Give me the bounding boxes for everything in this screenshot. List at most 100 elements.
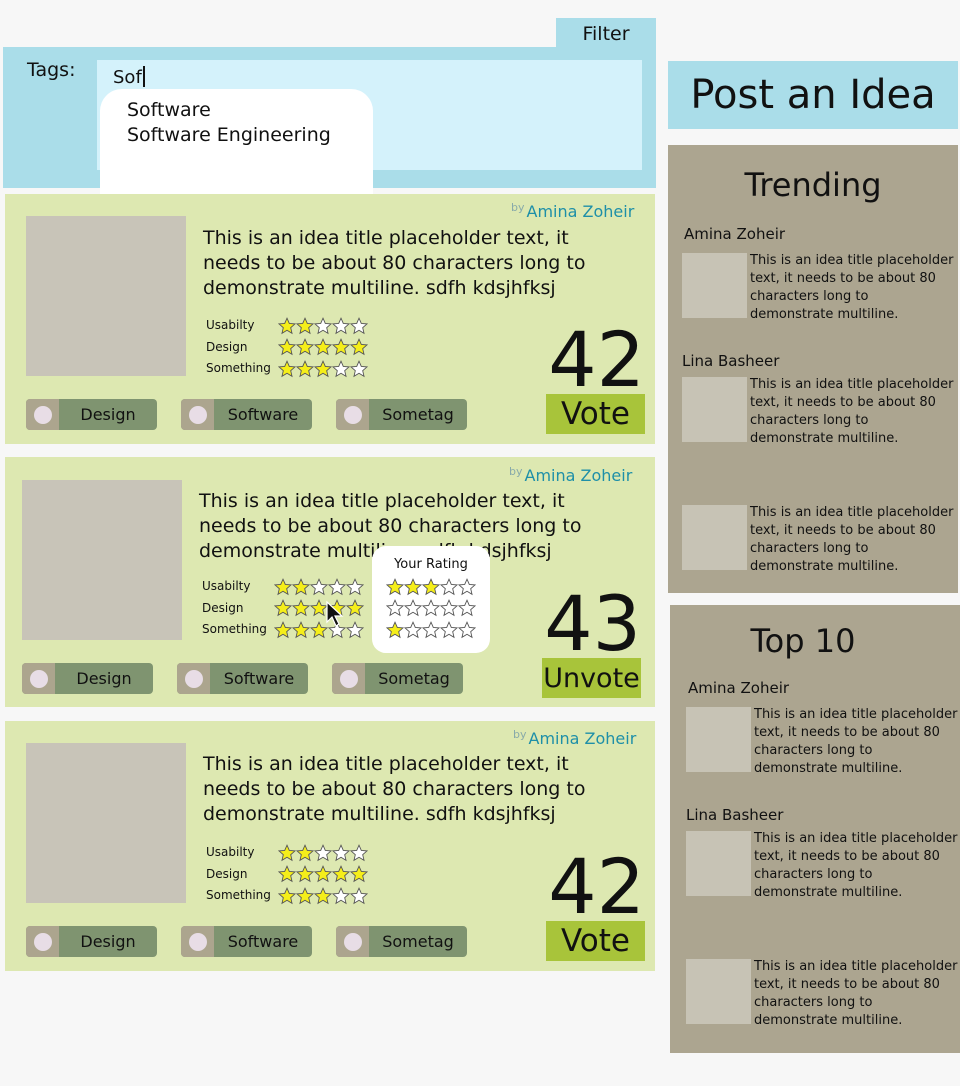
tag-dot [343, 405, 362, 424]
star-filled-icon[interactable] [422, 577, 440, 596]
star-empty-icon[interactable] [422, 599, 440, 617]
star-filled-icon [292, 620, 310, 638]
unvote-button[interactable]: Unvote [542, 658, 641, 698]
your-rating-stars-usability[interactable] [372, 576, 490, 598]
tag-label: Sometag [378, 669, 450, 688]
idea-title[interactable]: This is an idea title placeholder text, … [203, 752, 623, 827]
top10-thumbnail[interactable] [686, 831, 751, 896]
star-empty-icon [346, 577, 364, 595]
trending-idea-text[interactable]: This is an idea title placeholder text, … [750, 376, 955, 448]
rating-label-design: Design [202, 600, 244, 615]
star-filled-icon [278, 359, 296, 377]
tag-chip-design[interactable]: Design [26, 399, 157, 430]
your-rating-stars-something[interactable] [372, 619, 490, 641]
post-idea-button[interactable]: Post an Idea [668, 61, 958, 129]
tag-label: Design [80, 405, 136, 424]
star-filled-icon [350, 865, 368, 883]
star-empty-icon[interactable] [458, 620, 476, 639]
star-empty-icon[interactable] [440, 620, 458, 639]
your-rating-popup: Your Rating [372, 546, 490, 653]
trending-author[interactable]: Amina Zoheir [684, 225, 785, 243]
star-empty-icon[interactable] [404, 620, 422, 639]
tag-chip-software[interactable]: Software [181, 399, 312, 430]
star-rating-usability [274, 576, 364, 598]
rating-label-usability: Usabilty [206, 845, 255, 859]
star-empty-icon[interactable] [440, 577, 458, 596]
idea-author[interactable]: by Amina Zoheir [511, 201, 634, 221]
star-filled-icon [274, 577, 292, 595]
star-empty-icon [332, 316, 350, 334]
star-filled-icon [332, 865, 350, 883]
top10-idea-text[interactable]: This is an idea title placeholder text, … [754, 958, 959, 1030]
top10-idea-text[interactable]: This is an idea title placeholder text, … [754, 830, 959, 902]
tag-chip-software[interactable]: Software [181, 926, 312, 957]
star-rating-design [278, 864, 368, 886]
star-empty-icon[interactable] [404, 599, 422, 617]
rating-stars [278, 842, 368, 907]
vote-button[interactable]: Vote [546, 394, 645, 434]
star-rating-something [274, 619, 364, 641]
trending-thumbnail[interactable] [682, 505, 747, 570]
star-filled-icon [274, 620, 292, 638]
vote-count: 42 [548, 315, 645, 404]
idea-author[interactable]: by Amina Zoheir [509, 465, 632, 485]
rating-label-something: Something [206, 888, 271, 902]
star-filled-icon [314, 865, 332, 883]
tag-dot [33, 932, 52, 951]
rating-labels: Usabilty Design Something [206, 842, 271, 907]
rating-label-design: Design [206, 866, 248, 881]
tag-chip-sometag[interactable]: Sometag [336, 399, 467, 430]
star-filled-icon [296, 359, 314, 377]
star-filled-icon[interactable] [386, 620, 404, 639]
tag-handle [26, 926, 59, 957]
star-filled-icon[interactable] [386, 577, 404, 596]
trending-idea-text[interactable]: This is an idea title placeholder text, … [750, 252, 955, 324]
idea-thumbnail [22, 480, 182, 640]
tag-handle [336, 399, 369, 430]
rating-labels: Usabilty Design Something [206, 315, 271, 380]
tag-chip-design[interactable]: Design [22, 663, 153, 694]
tag-handle [177, 663, 210, 694]
star-empty-icon[interactable] [386, 599, 404, 617]
tag-dot [29, 669, 48, 688]
top10-thumbnail[interactable] [686, 959, 751, 1024]
trending-title: Trending [744, 166, 882, 204]
star-empty-icon[interactable] [440, 599, 458, 617]
star-rating-something [278, 358, 368, 380]
star-filled-icon [296, 886, 314, 904]
vote-button[interactable]: Vote [546, 921, 645, 961]
tag-chip-software[interactable]: Software [177, 663, 308, 694]
tag-chip-design[interactable]: Design [26, 926, 157, 957]
trending-author[interactable]: Lina Basheer [682, 352, 779, 370]
top10-author[interactable]: Lina Basheer [686, 806, 783, 824]
star-empty-icon[interactable] [458, 577, 476, 596]
star-empty-icon [328, 577, 346, 595]
star-filled-icon [278, 865, 296, 883]
trending-thumbnail[interactable] [682, 253, 747, 318]
star-filled-icon [296, 865, 314, 883]
suggestion-item[interactable]: Software Engineering [127, 123, 373, 148]
tag-label: Software [223, 669, 295, 688]
rating-stars [278, 315, 368, 380]
tag-handle [336, 926, 369, 957]
star-empty-icon[interactable] [422, 620, 440, 639]
star-empty-icon [332, 359, 350, 377]
top10-author[interactable]: Amina Zoheir [688, 679, 789, 697]
suggestion-item[interactable]: Software [127, 98, 373, 123]
top10-title: Top 10 [750, 622, 856, 660]
top10-idea-text[interactable]: This is an idea title placeholder text, … [754, 706, 959, 778]
rating-label-usability: Usabilty [206, 318, 255, 332]
filter-tab[interactable]: Filter [556, 18, 656, 50]
idea-title[interactable]: This is an idea title placeholder text, … [203, 226, 623, 301]
star-empty-icon[interactable] [458, 599, 476, 617]
tag-chip-sometag[interactable]: Sometag [332, 663, 463, 694]
top10-thumbnail[interactable] [686, 707, 751, 772]
tag-chip-sometag[interactable]: Sometag [336, 926, 467, 957]
idea-author[interactable]: by Amina Zoheir [513, 728, 636, 748]
trending-thumbnail[interactable] [682, 377, 747, 442]
star-filled-icon [314, 338, 332, 356]
trending-idea-text[interactable]: This is an idea title placeholder text, … [750, 504, 955, 576]
your-rating-stars-design[interactable] [372, 598, 490, 620]
rating-label-something: Something [206, 361, 271, 375]
star-filled-icon[interactable] [404, 577, 422, 596]
